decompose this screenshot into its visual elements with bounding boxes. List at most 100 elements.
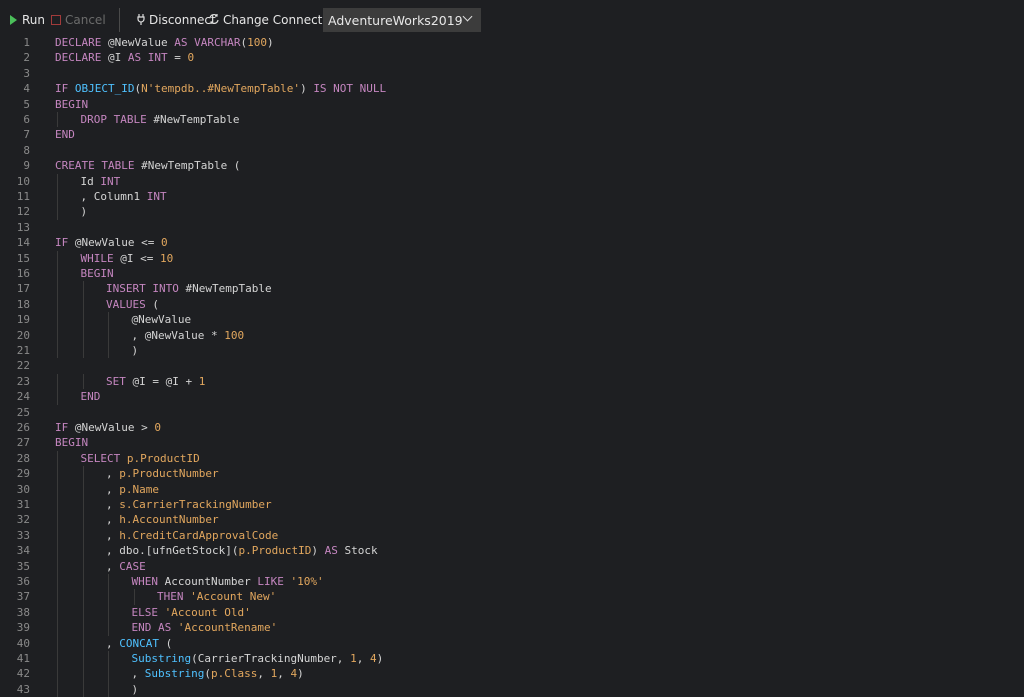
code-line: 21) <box>0 343 1024 358</box>
code-text: , @NewValue * 100 <box>132 328 245 343</box>
line-number: 4 <box>0 81 30 96</box>
line-number: 2 <box>0 50 30 65</box>
code-token: @NewValue <box>75 236 141 249</box>
line-number: 21 <box>0 343 30 358</box>
code-text: SET @I = @I + 1 <box>106 374 205 389</box>
code-token: , <box>257 667 270 680</box>
line-number: 8 <box>0 143 30 158</box>
indent-guide <box>108 343 109 358</box>
code-token: , <box>277 667 290 680</box>
indent-guide <box>108 574 109 589</box>
code-token: , <box>106 529 119 542</box>
code-token: END AS <box>132 621 178 634</box>
code-token: WHILE <box>81 252 121 265</box>
code-token: IF <box>55 421 75 434</box>
code-token: AS <box>325 544 345 557</box>
indent-guide <box>57 512 58 527</box>
code-line: 18VALUES ( <box>0 297 1024 312</box>
code-token: 'Account New' <box>190 590 276 603</box>
line-number: 5 <box>0 97 30 112</box>
code-token: p.Class <box>211 667 257 680</box>
code-token: AS INT <box>128 51 174 64</box>
code-line: 23SET @I = @I + 1 <box>0 374 1024 389</box>
code-token: 0 <box>187 51 194 64</box>
code-text: SELECT p.ProductID <box>81 451 200 466</box>
code-token: BEGIN <box>55 436 88 449</box>
code-token: * <box>211 329 224 342</box>
indent-guide <box>57 605 58 620</box>
code-token: SET <box>106 375 133 388</box>
code-token: 'AccountRename' <box>178 621 277 634</box>
change-connection-icon <box>208 13 220 28</box>
code-token: , @NewValue <box>132 329 211 342</box>
code-line: 42, Substring(p.Class, 1, 4) <box>0 666 1024 681</box>
code-token: CREATE TABLE <box>55 159 141 172</box>
code-text: THEN 'Account New' <box>157 589 276 604</box>
code-token: 100 <box>224 329 244 342</box>
code-line: 38ELSE 'Account Old' <box>0 605 1024 620</box>
code-line: 30, p.Name <box>0 482 1024 497</box>
plug-icon <box>136 13 146 28</box>
code-token: #NewTempTable <box>185 282 271 295</box>
database-dropdown[interactable]: AdventureWorks2019 <box>323 8 481 32</box>
code-text: ) <box>132 682 139 697</box>
code-text: INSERT INTO #NewTempTable <box>106 281 272 296</box>
indent-guide <box>57 682 58 697</box>
code-text: Id INT <box>81 174 121 189</box>
code-text: ELSE 'Account Old' <box>132 605 251 620</box>
code-token: @I <box>166 375 186 388</box>
indent-guide <box>108 620 109 635</box>
code-token: INSERT INTO <box>106 282 185 295</box>
line-number: 1 <box>0 35 30 50</box>
code-token: , <box>106 637 119 650</box>
line-number: 30 <box>0 482 30 497</box>
indent-guide <box>57 528 58 543</box>
code-editor[interactable]: 1DECLARE @NewValue AS VARCHAR(100)2DECLA… <box>0 34 1024 688</box>
code-token: 100 <box>247 36 267 49</box>
indent-guide <box>57 374 58 389</box>
code-line: 7END <box>0 127 1024 142</box>
indent-guide <box>57 251 58 266</box>
code-text: , p.ProductNumber <box>106 466 219 481</box>
line-number: 19 <box>0 312 30 327</box>
line-number: 35 <box>0 559 30 574</box>
code-token: ) <box>377 652 384 665</box>
code-text: WHEN AccountNumber LIKE '10%' <box>132 574 324 589</box>
code-line: 20, @NewValue * 100 <box>0 328 1024 343</box>
code-line: 2DECLARE @I AS INT = 0 <box>0 50 1024 65</box>
code-line: 14IF @NewValue <= 0 <box>0 235 1024 250</box>
indent-guide <box>57 451 58 466</box>
code-token: 10 <box>160 252 173 265</box>
indent-guide <box>108 682 109 697</box>
indent-guide <box>83 482 84 497</box>
indent-guide <box>57 328 58 343</box>
indent-guide <box>83 666 84 681</box>
code-token: END <box>81 390 101 403</box>
code-token: p.ProductNumber <box>119 467 218 480</box>
indent-guide <box>57 389 58 404</box>
code-token: ( <box>204 667 211 680</box>
code-token: @I <box>120 252 140 265</box>
code-line: 4IF OBJECT_ID(N'tempdb..#NewTempTable') … <box>0 81 1024 96</box>
indent-guide <box>57 574 58 589</box>
code-token: @I <box>133 375 153 388</box>
code-token: , <box>106 483 119 496</box>
code-line: 36WHEN AccountNumber LIKE '10%' <box>0 574 1024 589</box>
indent-guide <box>83 374 84 389</box>
code-token: , <box>106 467 119 480</box>
indent-guide <box>57 497 58 512</box>
line-number: 28 <box>0 451 30 466</box>
code-line: 1DECLARE @NewValue AS VARCHAR(100) <box>0 35 1024 50</box>
code-token: INT <box>100 175 120 188</box>
code-token: 0 <box>154 421 161 434</box>
indent-guide <box>83 589 84 604</box>
indent-guide <box>83 559 84 574</box>
code-line: 8 <box>0 143 1024 158</box>
code-token: N'tempdb..#NewTempTable' <box>141 82 300 95</box>
code-line: 34, dbo.[ufnGetStock](p.ProductID) AS St… <box>0 543 1024 558</box>
code-token: <= <box>141 236 161 249</box>
code-token: h.AccountNumber <box>119 513 218 526</box>
line-number: 31 <box>0 497 30 512</box>
code-line: 29, p.ProductNumber <box>0 466 1024 481</box>
indent-guide <box>57 666 58 681</box>
